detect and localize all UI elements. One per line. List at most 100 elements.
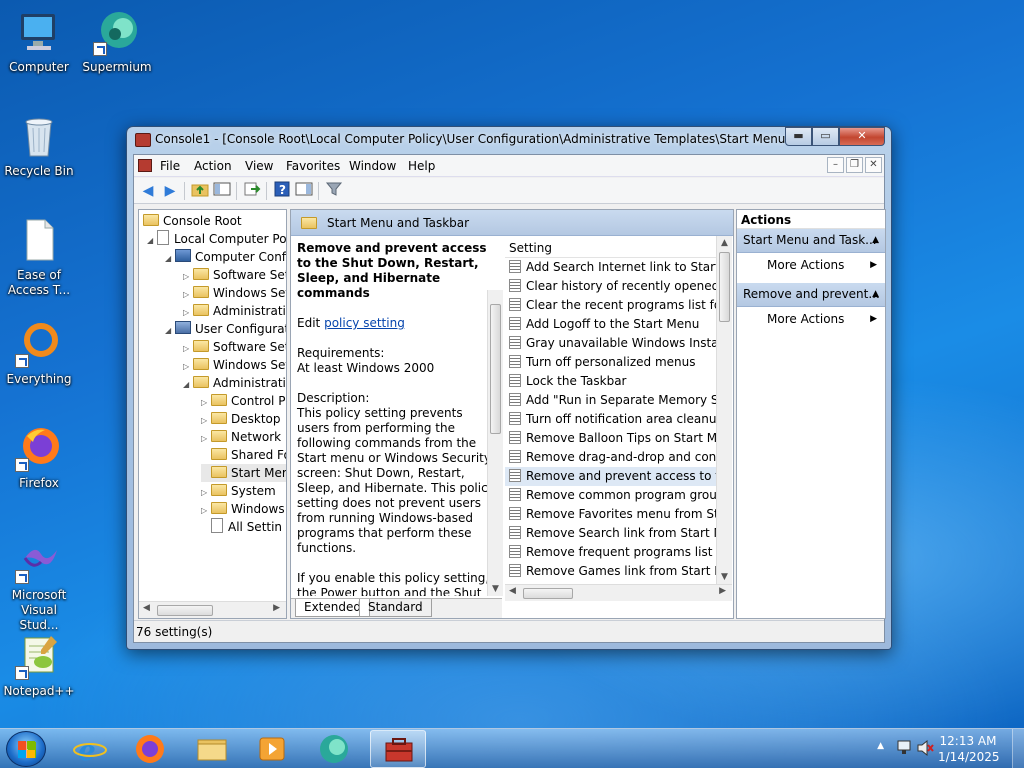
- menu-favorites[interactable]: Favorites: [286, 159, 340, 173]
- tree-node-user-configuration[interactable]: ◢ User Configurati: [165, 320, 286, 340]
- tree-horizontal-scrollbar[interactable]: ◀ ▶: [139, 601, 286, 618]
- list-item[interactable]: Remove Games link from Start Men: [505, 562, 716, 581]
- list-item[interactable]: Turn off notification area cleanup: [505, 410, 716, 429]
- scroll-thumb[interactable]: [719, 252, 730, 322]
- start-button[interactable]: [6, 731, 46, 767]
- tree-node-user-software-settings[interactable]: ▷ Software Set: [183, 338, 286, 356]
- collapse-up-icon[interactable]: ▲: [872, 283, 879, 306]
- tree-node-start-menu-taskbar[interactable]: Start Mer: [201, 464, 286, 482]
- tab-standard[interactable]: Standard: [359, 599, 432, 617]
- tree-node-network[interactable]: ▷ Network: [201, 428, 281, 446]
- list-item[interactable]: Add Search Internet link to Start Me: [505, 258, 716, 277]
- list-item[interactable]: Remove frequent programs list from: [505, 543, 716, 562]
- tree-node-user-windows-settings[interactable]: ▷ Windows Set: [183, 356, 286, 374]
- show-hide-tree-icon[interactable]: [212, 181, 232, 201]
- back-arrow-icon[interactable]: ◀: [138, 181, 158, 201]
- tree-node-console-root[interactable]: Console Root: [143, 212, 242, 230]
- list-item[interactable]: Turn off personalized menus: [505, 353, 716, 372]
- scroll-right-arrow-icon[interactable]: ▶: [719, 586, 726, 596]
- up-folder-icon[interactable]: [190, 181, 210, 201]
- tree-node-computer-configuration[interactable]: ◢ Computer Confi: [165, 248, 286, 268]
- more-actions-item[interactable]: More Actions ▶: [737, 253, 885, 277]
- expanded-arrow-icon[interactable]: ◢: [165, 322, 175, 340]
- more-actions-item[interactable]: More Actions ▶: [737, 307, 885, 331]
- desktop-icon-everything[interactable]: Everything: [0, 320, 78, 387]
- menu-window[interactable]: Window: [349, 159, 396, 173]
- menu-view[interactable]: View: [245, 159, 273, 173]
- maximize-button[interactable]: ▭: [812, 127, 839, 146]
- help-icon[interactable]: ?: [272, 181, 292, 201]
- scroll-left-arrow-icon[interactable]: ◀: [509, 586, 516, 596]
- desktop-icon-firefox[interactable]: Firefox: [0, 424, 78, 491]
- tree-node-local-computer-policy[interactable]: ◢ Local Computer Pol: [147, 230, 286, 250]
- scroll-down-arrow-icon[interactable]: ▼: [721, 572, 728, 582]
- show-hidden-icons-button[interactable]: ▲: [877, 741, 884, 751]
- tree-node-windows-components[interactable]: ▷ Windows: [201, 500, 285, 518]
- scroll-right-arrow-icon[interactable]: ▶: [273, 603, 280, 613]
- menu-action[interactable]: Action: [194, 159, 232, 173]
- column-header-setting[interactable]: Setting: [505, 236, 725, 258]
- mdi-minimize-button[interactable]: –: [827, 157, 844, 173]
- list-item[interactable]: Add "Run in Separate Memory Spac: [505, 391, 716, 410]
- console-tree[interactable]: Console Root ◢ Local Computer Pol ◢ Comput…: [138, 209, 287, 619]
- list-item[interactable]: Gray unavailable Windows Installer: [505, 334, 716, 353]
- tree-node-all-settings[interactable]: All Settin: [201, 518, 282, 536]
- desktop-icon-notepad-plus-plus[interactable]: Notepad++: [0, 632, 78, 699]
- network-icon[interactable]: [896, 739, 912, 760]
- scroll-up-arrow-icon[interactable]: ▲: [721, 238, 728, 248]
- system-clock[interactable]: 12:13 AM 1/14/2025: [938, 733, 1000, 765]
- desktop-icon-recycle-bin[interactable]: Recycle Bin: [0, 112, 78, 179]
- tree-node-administrative-templates[interactable]: ▷ Administrativ: [183, 302, 286, 320]
- tree-node-control-panel[interactable]: ▷ Control P: [201, 392, 285, 410]
- list-item[interactable]: Remove Balloon Tips on Start Menu: [505, 429, 716, 448]
- taskbar-media-player-button[interactable]: [244, 730, 300, 768]
- scroll-thumb[interactable]: [523, 588, 573, 599]
- settings-horizontal-scrollbar[interactable]: ◀ ▶: [505, 584, 732, 601]
- list-item[interactable]: Remove common program groups: [505, 486, 716, 505]
- volume-muted-icon[interactable]: [916, 739, 934, 760]
- title-bar[interactable]: Console1 - [Console Root\Local Computer …: [127, 127, 891, 153]
- show-desktop-button[interactable]: [1012, 729, 1024, 768]
- expanded-arrow-icon[interactable]: ◢: [147, 232, 157, 250]
- desktop-icon-computer[interactable]: Computer: [0, 8, 78, 75]
- mdi-close-button[interactable]: ✕: [865, 157, 882, 173]
- collapse-up-icon[interactable]: ▲: [872, 229, 879, 252]
- tree-node-shared-folders[interactable]: Shared Fo: [201, 446, 286, 464]
- settings-vertical-scrollbar[interactable]: ▲ ▼: [716, 236, 732, 584]
- edit-policy-setting-link[interactable]: policy setting: [324, 316, 405, 330]
- menu-file[interactable]: File: [160, 159, 180, 173]
- list-item[interactable]: Add Logoff to the Start Menu: [505, 315, 716, 334]
- list-item[interactable]: Clear history of recently opened doc: [505, 277, 716, 296]
- desktop-icon-ease-of-access[interactable]: Ease of Access T...: [0, 216, 78, 298]
- list-item[interactable]: Remove drag-and-drop and contex: [505, 448, 716, 467]
- list-item-selected[interactable]: Remove and prevent access to the S: [505, 467, 716, 486]
- expanded-arrow-icon[interactable]: ◢: [165, 250, 175, 268]
- taskbar-mmc-button[interactable]: [370, 730, 426, 768]
- scroll-thumb[interactable]: [490, 304, 501, 434]
- taskbar-explorer-button[interactable]: [184, 730, 240, 768]
- tree-node-windows-settings[interactable]: ▷ Windows Set: [183, 284, 286, 302]
- list-item[interactable]: Remove Search link from Start Men: [505, 524, 716, 543]
- scroll-down-arrow-icon[interactable]: ▼: [492, 584, 499, 594]
- desktop-icon-supermium[interactable]: Supermium: [78, 8, 156, 75]
- desktop-icon-visual-studio[interactable]: Microsoft Visual Stud...: [0, 536, 78, 633]
- scroll-left-arrow-icon[interactable]: ◀: [143, 603, 150, 613]
- forward-arrow-icon[interactable]: ▶: [160, 181, 180, 201]
- mmc-app-icon[interactable]: [138, 159, 152, 172]
- tree-node-user-administrative-templates[interactable]: ◢ Administrativ: [183, 374, 286, 394]
- scroll-thumb[interactable]: [157, 605, 213, 616]
- actions-group-start-menu[interactable]: Start Menu and Task... ▲: [737, 229, 885, 253]
- taskbar-firefox-button[interactable]: [122, 730, 178, 768]
- taskbar-ie-button[interactable]: e: [62, 730, 118, 768]
- expanded-arrow-icon[interactable]: ◢: [183, 376, 193, 394]
- close-button[interactable]: ✕: [839, 127, 885, 146]
- tree-node-desktop[interactable]: ▷ Desktop: [201, 410, 281, 428]
- list-item[interactable]: Lock the Taskbar: [505, 372, 716, 391]
- taskbar-supermium-button[interactable]: [306, 730, 362, 768]
- filter-icon[interactable]: [324, 181, 344, 201]
- show-action-pane-icon[interactable]: [294, 181, 314, 201]
- menu-help[interactable]: Help: [408, 159, 435, 173]
- tree-node-system[interactable]: ▷ System: [201, 482, 276, 500]
- minimize-button[interactable]: ▬: [785, 127, 812, 146]
- list-item[interactable]: Clear the recent programs list for ne: [505, 296, 716, 315]
